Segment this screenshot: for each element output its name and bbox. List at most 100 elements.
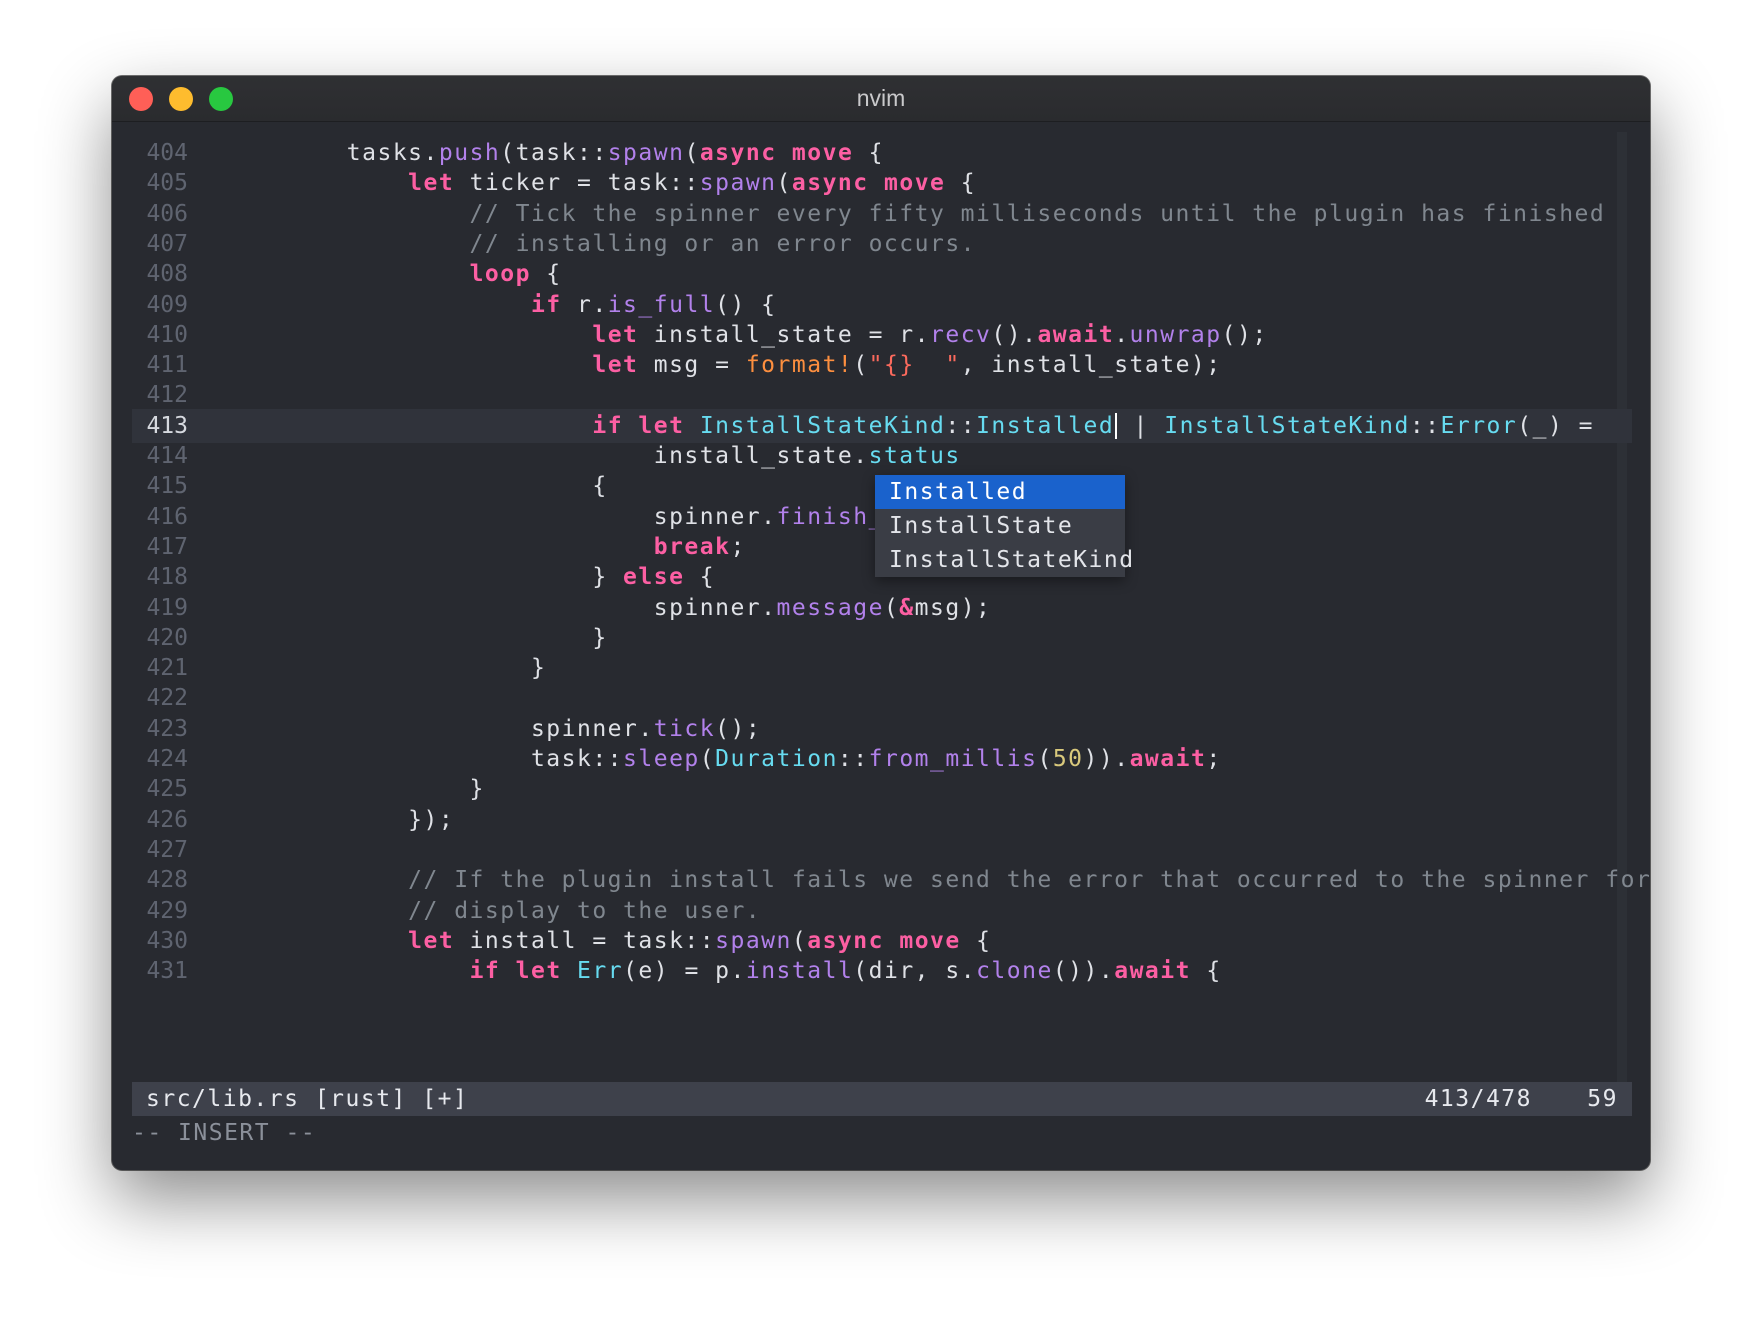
code-token: (	[853, 352, 869, 379]
code-line[interactable]: 428 // If the plugin install fails we se…	[132, 863, 1649, 897]
code-token: ::	[1409, 412, 1441, 439]
code-token: });	[224, 806, 455, 833]
line-number: 415	[146, 473, 188, 500]
code-line[interactable]: 411 let msg = format!("{} ", install_sta…	[132, 348, 1632, 382]
completion-popup[interactable]: Installed InstallState InstallStateKind	[875, 475, 1133, 577]
code-token: (task::	[500, 140, 608, 166]
code-line[interactable]: 410 let install_state = r.recv().await.u…	[132, 318, 1632, 352]
code-line[interactable]: 421 }	[132, 651, 1632, 685]
code-token: let	[638, 412, 685, 439]
code-text: spinner.tick();	[224, 712, 761, 746]
code-token: (_) =	[1517, 412, 1595, 439]
code-line[interactable]: 427	[132, 833, 1632, 867]
line-number: 424	[146, 746, 188, 772]
code-token: // Tick the spinner every fifty millisec…	[224, 200, 1606, 227]
code-line[interactable]: 404 tasks.push(task::spawn(async move {	[132, 136, 1632, 170]
code-token: {	[530, 261, 562, 288]
code-token: spawn	[699, 170, 777, 197]
code-token: r.	[561, 291, 608, 318]
code-line[interactable]: 426 });	[132, 803, 1632, 837]
code-line[interactable]: 424 task::sleep(Duration::from_millis(50…	[132, 742, 1632, 776]
line-number: 431	[146, 958, 188, 985]
code-token: spinner.	[224, 594, 777, 621]
code-line[interactable]: 420 }	[132, 621, 1632, 655]
code-token: )).	[1083, 746, 1130, 772]
code-token: status	[868, 443, 961, 469]
line-number: 406	[146, 200, 188, 227]
code-line[interactable]: 405 let ticker = task::spawn(async move …	[132, 166, 1632, 200]
code-line[interactable]: 430 let install = task::spawn(async move…	[132, 924, 1632, 958]
code-line[interactable]: 412	[132, 378, 1632, 412]
code-token: ;	[1206, 746, 1222, 772]
code-token: sleep	[623, 746, 700, 772]
code-token: // If the plugin install fails we send t…	[224, 867, 1650, 894]
code-token: move	[884, 170, 946, 197]
code-token: (	[791, 927, 808, 954]
code-token: let	[592, 321, 639, 348]
code-token: }	[224, 564, 624, 591]
code-text: install_state.status	[224, 439, 961, 473]
code-line[interactable]: 431 if let Err(e) = p.install(dir, s.clo…	[132, 954, 1632, 988]
code-token: if	[592, 412, 624, 439]
code-line[interactable]: 407 // installing or an error occurs.	[132, 227, 1632, 261]
code-token: message	[776, 594, 884, 621]
code-token: async	[791, 170, 869, 197]
line-number: 404	[146, 140, 188, 166]
code-token: tick	[653, 715, 716, 742]
code-text: task::sleep(Duration::from_millis(50)).a…	[224, 742, 1222, 776]
code-line[interactable]: 406 // Tick the spinner every fifty mill…	[132, 197, 1632, 231]
status-line-position: 413/478	[1424, 1086, 1532, 1112]
code-token: ::	[945, 412, 977, 439]
line-number: 429	[146, 897, 188, 924]
code-token: async	[807, 927, 884, 954]
completion-item[interactable]: InstallStateKind	[875, 543, 1133, 577]
code-token: {	[945, 170, 977, 197]
editor-buffer[interactable]: 404 tasks.push(task::spawn(async move {4…	[132, 122, 1650, 1082]
code-token: install_state = r.	[638, 321, 930, 348]
code-token: spinner.	[224, 503, 777, 530]
code-token: // installing or an error occurs.	[224, 230, 977, 257]
code-line[interactable]: 409 if r.is_full() {	[132, 288, 1632, 322]
code-text: break;	[224, 530, 746, 564]
line-number: 410	[146, 321, 188, 348]
completion-item[interactable]: Installed	[875, 475, 1125, 509]
code-token: Duration	[715, 746, 838, 772]
code-token: ticker = task::	[454, 170, 700, 197]
code-line[interactable]: 413 if let InstallStateKind::Installed |…	[132, 408, 1632, 443]
completion-item[interactable]: InstallState	[875, 509, 1125, 543]
code-token: {	[960, 927, 992, 954]
code-text: }	[224, 772, 485, 806]
code-token: push	[438, 140, 501, 166]
code-line[interactable]: 423 spinner.tick();	[132, 712, 1632, 746]
text-cursor	[1115, 413, 1118, 440]
code-token: let	[515, 958, 562, 985]
code-text: loop {	[224, 257, 562, 291]
code-line[interactable]: 422	[132, 681, 1632, 715]
status-line: src/lib.rs [rust] [+] 413/478 59	[132, 1082, 1632, 1116]
code-line[interactable]: 429 // display to the user.	[132, 894, 1632, 928]
code-token: }	[224, 624, 608, 651]
code-line[interactable]: 414 install_state.status	[132, 439, 1632, 473]
code-line[interactable]: 419 spinner.message(&msg);	[132, 591, 1632, 625]
code-text: // installing or an error occurs.	[224, 227, 976, 261]
code-token: unwrap	[1129, 321, 1222, 348]
code-token: ::	[837, 746, 869, 772]
code-token: if	[530, 291, 562, 318]
line-number: 420	[146, 624, 188, 651]
code-text: // If the plugin install fails we send t…	[224, 863, 1650, 897]
code-token: task::	[224, 746, 624, 772]
code-token: move	[899, 927, 961, 954]
code-line[interactable]: 425 }	[132, 772, 1632, 806]
line-number: 407	[146, 230, 188, 257]
code-line[interactable]: 408 loop {	[132, 257, 1632, 291]
mode-indicator: -- INSERT --	[132, 1120, 317, 1146]
code-token: ;	[730, 533, 746, 560]
line-number: 414	[146, 443, 188, 469]
code-token: (	[883, 594, 900, 621]
code-token: tasks.	[224, 140, 439, 166]
